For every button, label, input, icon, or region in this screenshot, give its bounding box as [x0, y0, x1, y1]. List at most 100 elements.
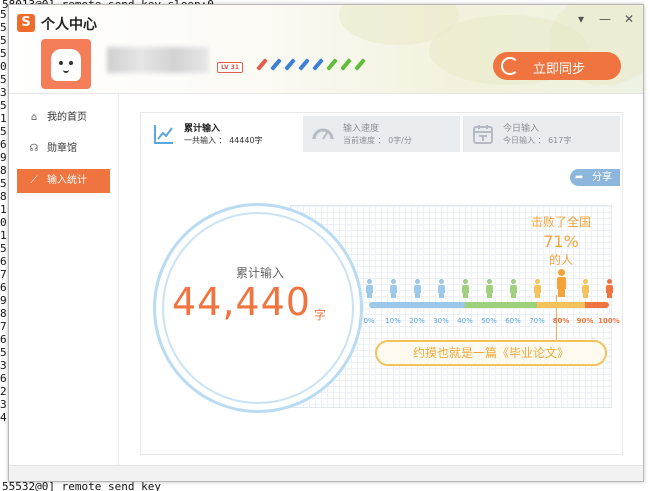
terminal-digit: 5: [0, 47, 7, 60]
beat-percent: 71%: [543, 232, 579, 251]
percentile-tick-label: 20%: [409, 317, 425, 325]
sync-button-label: 立即同步: [533, 62, 586, 77]
window-footer: [9, 465, 643, 481]
terminal-digit: 5: [0, 34, 7, 47]
terminal-digit: 6: [0, 372, 7, 385]
share-button[interactable]: ➦ 分享: [570, 169, 620, 186]
beat-line-2: 的人: [548, 253, 573, 267]
sync-icon: [501, 57, 519, 75]
percentile-tick-label: 70%: [529, 317, 545, 325]
total-count: 44,440: [172, 280, 311, 324]
person-figure-icon: [532, 279, 542, 301]
slogan-badge: 约摸也就是一篇《毕业论文》: [375, 340, 607, 366]
tab-detail: 今日输入 ： 617字: [503, 136, 572, 145]
tab-input-speed[interactable]: 输入速度 当前速度 ： 0字/分: [303, 116, 460, 152]
terminal-digit: 6: [0, 138, 7, 151]
minimize-button[interactable]: —: [597, 11, 613, 27]
tab-title: 输入速度: [343, 124, 380, 134]
window-title: 个人中心: [41, 17, 97, 33]
terminal-digit: 0: [0, 216, 7, 229]
terminal-digit: 0: [0, 60, 7, 73]
percentile-tick-label: 30%: [433, 317, 449, 325]
percentile-tick-label: 0%: [363, 317, 375, 325]
terminal-digit: 6: [0, 255, 7, 268]
tab-detail: 当前速度 ： 0字/分: [343, 136, 412, 145]
person-figure-icon: [388, 279, 398, 301]
terminal-digit: 1: [0, 203, 7, 216]
speedometer-icon: [312, 128, 334, 140]
terminal-digit: 5: [0, 177, 7, 190]
chart-icon: [154, 125, 173, 144]
pen-icon: [283, 58, 296, 71]
terminal-digit: 5: [0, 125, 7, 138]
pen-icon: [325, 58, 338, 71]
percentile-tick-label: 40%: [457, 317, 473, 325]
sidebar-item-medals[interactable]: ☊ 勋章馆: [17, 137, 110, 161]
beat-line-1: 击败了全国: [530, 215, 591, 229]
terminal-digit: 7: [0, 320, 7, 333]
terminal-digit: 6: [0, 281, 7, 294]
percentile-tick-label: 90%: [576, 317, 594, 325]
terminal-digit: 3: [0, 359, 7, 372]
home-icon: ⌂: [30, 112, 38, 123]
total-label: 累计输入: [235, 266, 284, 280]
bar-segment-mid: [465, 302, 537, 308]
terminal-digit: 7: [0, 268, 7, 281]
username-blurred: [107, 47, 209, 73]
tab-detail: 一共输入 ： 44440字: [184, 136, 263, 145]
total-unit: 字: [314, 308, 327, 322]
terminal-digit: 8: [0, 190, 7, 203]
terminal-digit: 8: [0, 307, 7, 320]
terminal-digit: 5: [0, 8, 7, 21]
avatar[interactable]: [41, 39, 91, 89]
stats-icon: ⟋: [30, 175, 38, 186]
pen-icon: [311, 58, 324, 71]
calendar-icon: [473, 125, 493, 144]
percentile-tick-label: 10%: [385, 317, 401, 325]
person-figure-icon: [508, 279, 518, 301]
terminal-digit: 9: [0, 151, 7, 164]
sidebar-item-label: 输入统计: [47, 175, 87, 186]
person-figure-icon: [484, 279, 494, 301]
tab-today-input[interactable]: 今日输入 今日输入 ： 617字: [463, 116, 620, 152]
pen-icon: [353, 58, 366, 71]
terminal-digit: 5: [0, 21, 7, 34]
sidebar-item-label: 勋章馆: [47, 143, 77, 154]
tab-cumulative-input[interactable]: 累计输入 一共输入 ： 44440字: [144, 116, 300, 152]
terminal-digit: 3: [0, 398, 7, 411]
percentile-tick-label: 100%: [598, 317, 620, 325]
terminal-digit: 5: [0, 99, 7, 112]
percentile-tick-label: 50%: [481, 317, 497, 325]
header-banner: S 个人中心 ▾ — ✕ LV 31 立即同步: [9, 5, 643, 93]
close-button[interactable]: ✕: [621, 11, 637, 27]
medal-icon: ☊: [29, 143, 39, 154]
terminal-digit: 8: [0, 164, 7, 177]
sogou-logo-icon: S: [17, 14, 35, 32]
sidebar-item-input-stats[interactable]: ⟋ 输入统计: [17, 169, 110, 193]
pen-achievements: [255, 58, 366, 71]
bar-segment-low: [369, 302, 465, 308]
terminal-digit: 6: [0, 333, 7, 346]
tab-title: 今日输入: [503, 124, 540, 134]
person-figure-icon: [364, 279, 374, 301]
sync-now-button[interactable]: 立即同步: [493, 52, 621, 80]
terminal-digit: 1: [0, 229, 7, 242]
total-circle: 累计输入 44,440 字: [162, 212, 354, 404]
person-figure-icon: [412, 279, 422, 301]
sidebar: ⌂ 我的首页 ☊ 勋章馆 ⟋ 输入统计: [9, 94, 119, 481]
person-figure-icon: [460, 279, 470, 301]
terminal-digit: 4: [0, 411, 7, 424]
terminal-digit: 2: [0, 385, 7, 398]
person-figure-icon: [436, 279, 446, 301]
terminal-left-margin: 55550535156985810156769876536234: [0, 8, 8, 424]
personal-center-window: S 个人中心 ▾ — ✕ LV 31 立即同步 ⌂ 我的首页 ☊ 勋章馆 ⟋ 输…: [8, 4, 644, 482]
terminal-digit: 5: [0, 73, 7, 86]
terminal-digit: 9: [0, 294, 7, 307]
beat-summary: 击败了全国 71% 的人: [511, 213, 611, 268]
avatar-face-icon: [51, 49, 81, 81]
menu-dropdown-icon[interactable]: ▾: [573, 11, 589, 27]
terminal-digit: 5: [0, 242, 7, 255]
stats-panel: 累计输入 一共输入 ： 44440字 输入速度 当前速度 ： 0字/分 今日输入…: [140, 112, 623, 455]
sidebar-item-home[interactable]: ⌂ 我的首页: [17, 106, 110, 130]
percentile-tick-label: 60%: [505, 317, 521, 325]
